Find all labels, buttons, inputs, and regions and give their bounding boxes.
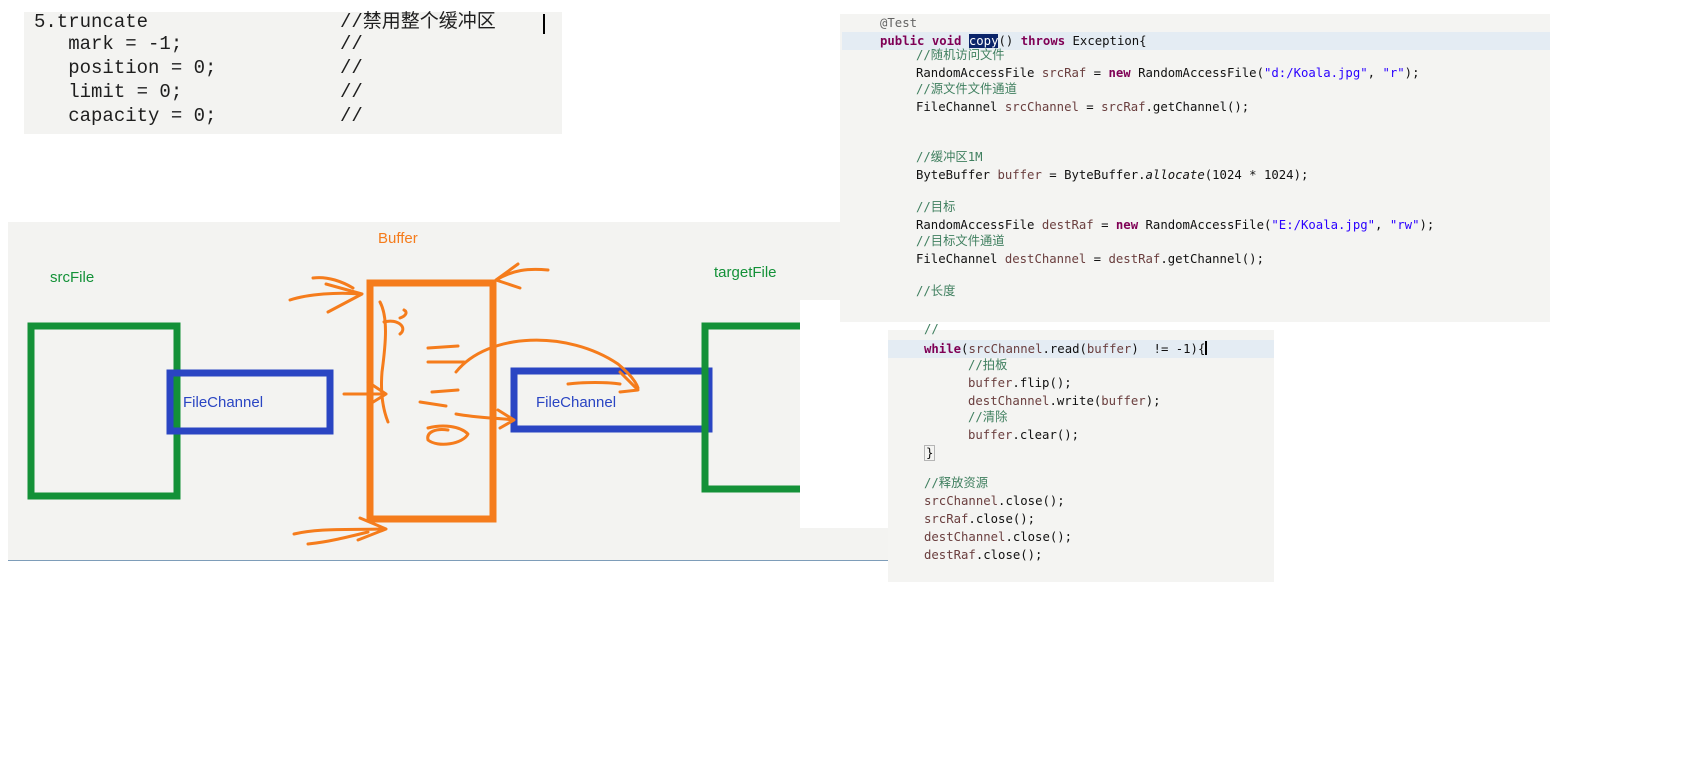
- code-comment: //拍板: [968, 358, 1008, 372]
- buffer-box: [366, 279, 497, 523]
- code-line: FileChannel destChannel = destRaf.getCha…: [916, 252, 1264, 266]
- code-line: ByteBuffer buffer = ByteBuffer.allocate(…: [916, 168, 1309, 182]
- text-caret: [1205, 341, 1208, 355]
- truncate-comment: //禁用整个缓冲区: [340, 11, 496, 33]
- truncate-comment: //: [340, 57, 363, 79]
- src-file-box: [27, 322, 181, 500]
- src-file-label: srcFile: [50, 269, 95, 286]
- scribble-in-buffer-4: [382, 308, 408, 336]
- code-comment: //长度: [916, 284, 956, 298]
- code-line: srcChannel.close();: [924, 494, 1065, 508]
- code-comment: //目标文件通道: [916, 234, 1005, 248]
- code-comment: //释放资源: [924, 476, 988, 490]
- truncate-line: capacity = 0;: [34, 105, 217, 127]
- code-line: destRaf.close();: [924, 548, 1043, 562]
- right-channel-label: FileChannel: [536, 394, 617, 411]
- truncate-code-snippet: 5.truncate //禁用整个缓冲区 mark = -1; // posit…: [24, 11, 562, 134]
- code-line: }: [924, 445, 936, 461]
- code-comment: //: [924, 322, 939, 336]
- overlap-gap: [800, 300, 888, 528]
- code-line: @Test: [880, 16, 918, 30]
- code-line: FileChannel srcChannel = srcRaf.getChann…: [916, 100, 1250, 114]
- code-line: buffer.clear();: [968, 428, 1080, 442]
- code-line: buffer.flip();: [968, 376, 1072, 390]
- scribble-in-buffer-3: [426, 424, 470, 446]
- code-line: destChannel.close();: [924, 530, 1073, 544]
- code-comment: //目标: [916, 200, 956, 214]
- arrow-into-buffer: [342, 380, 388, 406]
- code-comment: //源文件文件通道: [916, 82, 1017, 96]
- code-editor-bottom[interactable]: // while(srcChannel.read(buffer) != -1){…: [888, 322, 1274, 582]
- code-line-current: while(srcChannel.read(buffer) != -1){: [888, 340, 1274, 358]
- arrow-in-top: [288, 276, 364, 314]
- truncate-comment: //: [340, 81, 363, 103]
- truncate-line: position = 0;: [34, 57, 217, 79]
- text-caret: [543, 14, 545, 34]
- buffer-label: Buffer: [378, 230, 418, 247]
- left-channel-label: FileChannel: [183, 394, 264, 411]
- arrow-to-right-channel: [566, 381, 622, 386]
- truncate-comment: //: [340, 33, 363, 55]
- truncate-line: limit = 0;: [34, 81, 183, 103]
- code-editor-top[interactable]: @Test public void copy() throws Exceptio…: [840, 14, 1550, 322]
- code-comment: //清除: [968, 410, 1008, 424]
- arrow-top-right: [494, 262, 550, 290]
- target-file-label: targetFile: [714, 264, 777, 281]
- code-comment: //缓冲区1M: [916, 150, 983, 164]
- truncate-comment: //: [340, 105, 363, 127]
- code-comment: //随机访问文件: [916, 48, 1005, 62]
- truncate-line: mark = -1;: [34, 33, 183, 55]
- code-line: srcRaf.close();: [924, 512, 1036, 526]
- arrow-out-right: [454, 408, 516, 430]
- truncate-line: 5.truncate: [34, 11, 149, 33]
- arrow-bottom: [292, 516, 388, 546]
- scribble-in-buffer-2: [418, 344, 466, 408]
- file-channel-buffer-diagram: srcFile Buffer targetFile FileChannel Fi…: [8, 222, 888, 561]
